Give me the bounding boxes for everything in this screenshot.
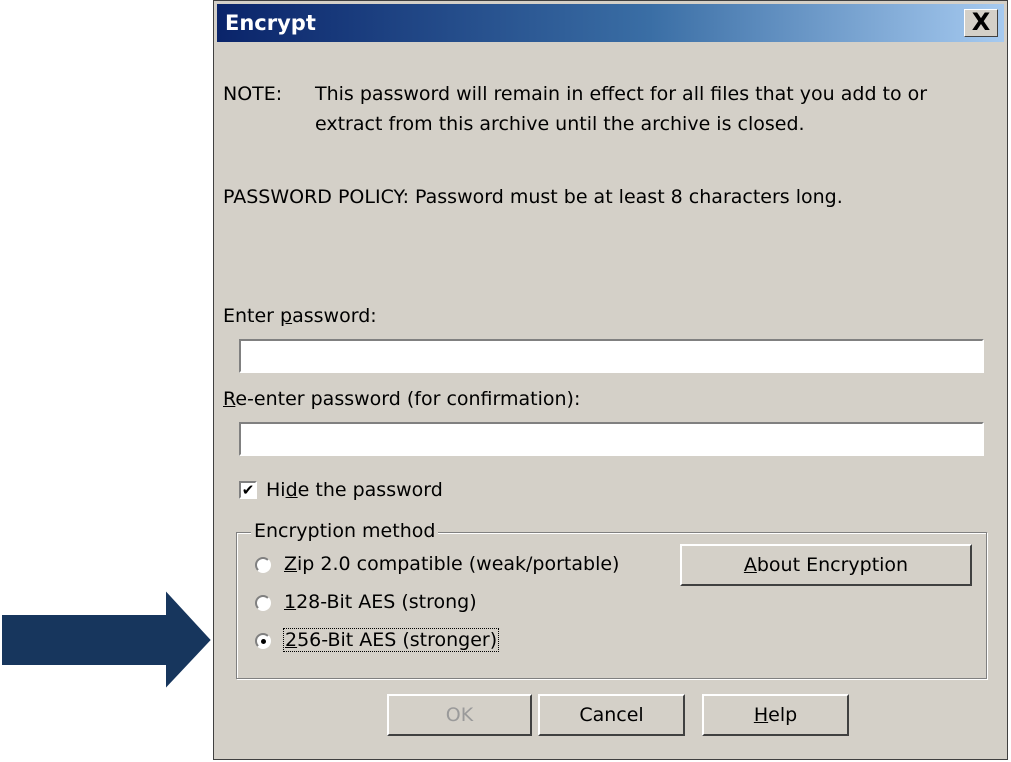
- hide-password-checkbox[interactable]: ✔: [239, 481, 257, 499]
- window-title: Encrypt: [225, 11, 316, 35]
- radio-selected-dot: [261, 639, 266, 644]
- note-label: NOTE:: [223, 83, 283, 105]
- confirm-password-input[interactable]: [241, 424, 982, 454]
- close-button[interactable]: X: [964, 9, 998, 37]
- note-line-2: extract from this archive until the arch…: [315, 113, 805, 135]
- note-line-1: This password will remain in effect for …: [315, 83, 928, 105]
- confirm-input-box: [239, 422, 984, 456]
- encrypt-dialog: Encrypt X NOTE: This password will remai…: [213, 0, 1008, 760]
- radio-aes128[interactable]: [255, 595, 271, 611]
- password-input[interactable]: [241, 341, 982, 371]
- encryption-method-legend: Encryption method: [251, 520, 439, 542]
- cancel-button[interactable]: Cancel: [538, 694, 685, 736]
- radio-aes256[interactable]: [255, 633, 271, 649]
- pointer-arrow-icon: [0, 588, 214, 692]
- option-aes128-label[interactable]: 128-Bit AES (strong): [284, 591, 477, 613]
- about-encryption-button[interactable]: About Encryption: [680, 544, 972, 586]
- radio-zip20[interactable]: [255, 557, 271, 573]
- option-zip20-label[interactable]: Zip 2.0 compatible (weak/portable): [284, 553, 619, 575]
- enter-password-label: Enter password:: [223, 305, 377, 327]
- option-aes256-label[interactable]: 256-Bit AES (stronger): [283, 628, 500, 652]
- password-policy-text: PASSWORD POLICY: Password must be at lea…: [223, 186, 843, 208]
- title-bar: Encrypt X: [217, 4, 1004, 42]
- help-button[interactable]: Help: [702, 694, 849, 736]
- ok-button[interactable]: OK: [387, 694, 532, 736]
- password-input-box: [239, 339, 984, 373]
- hide-password-label[interactable]: Hide the password: [266, 479, 443, 501]
- confirm-password-label: Re-enter password (for confirmation):: [223, 388, 581, 410]
